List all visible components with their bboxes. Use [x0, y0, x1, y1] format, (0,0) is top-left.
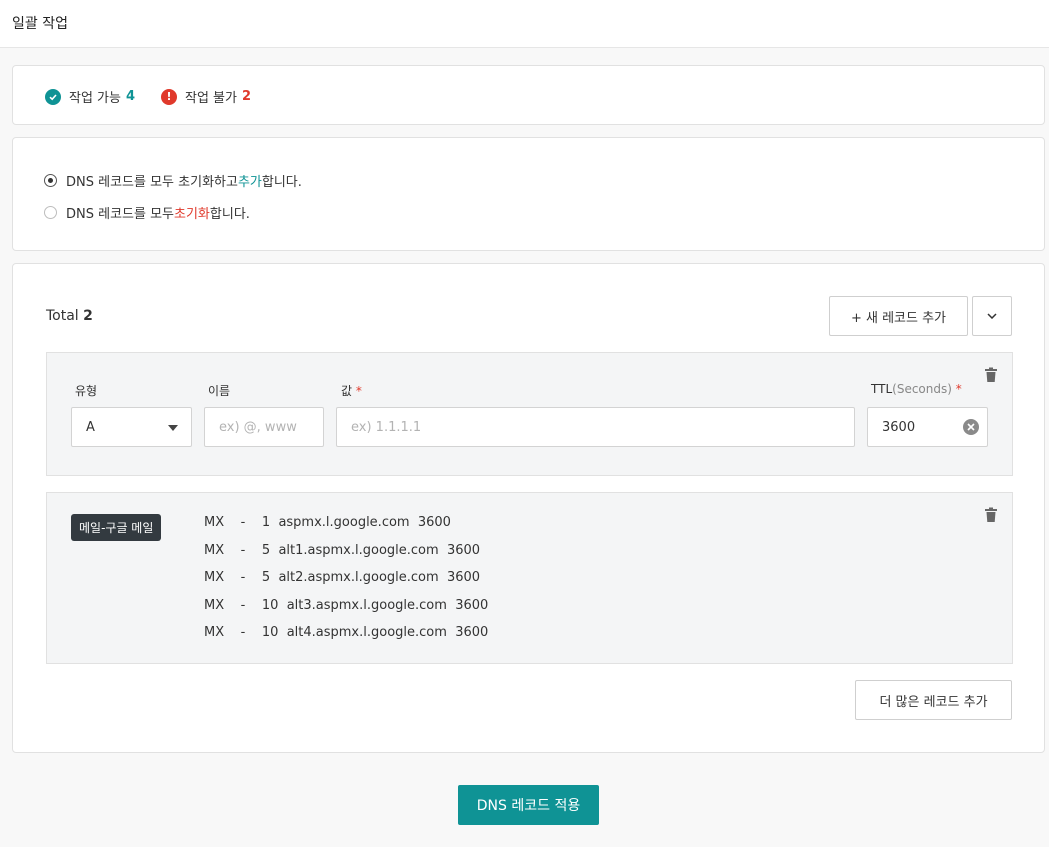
record-type: MX [204, 598, 225, 613]
preset-record-row: MX - 10 alt4.aspmx.l.google.com 3600 [204, 625, 488, 640]
ttl-input[interactable]: 3600 [867, 407, 988, 447]
ttl-input-value: 3600 [882, 419, 916, 435]
value-label: 값 * [341, 382, 362, 399]
ttl-label: TTL(Seconds) * [871, 382, 962, 396]
option-text-post: 합니다. [261, 175, 302, 190]
value-input[interactable]: ex) 1.1.1.1 [336, 407, 855, 447]
record-ttl: 3600 [455, 598, 489, 613]
impossible-count: 2 [241, 89, 252, 104]
option-text-pre: DNS 레코드를 모두 [66, 207, 175, 222]
ttl-label-text: TTL [871, 382, 893, 396]
option-text-accent: 초기화 [174, 207, 210, 222]
record-ttl: 3600 [446, 570, 481, 585]
clear-circle-icon[interactable] [963, 419, 979, 435]
apply-dns-records-button[interactable]: DNS 레코드 적용 [458, 785, 599, 825]
add-record-button[interactable]: + 새 레코드 추가 [829, 296, 968, 336]
record-priority: 5 [261, 570, 271, 585]
exclamation-circle-icon: ! [161, 88, 177, 105]
caret-down-icon [168, 425, 178, 431]
type-select[interactable]: A [71, 407, 192, 447]
required-mark: * [955, 382, 962, 396]
option-reset-and-add[interactable]: DNS 레코드를 모두 초기화하고 추가 합니다. [44, 171, 302, 190]
impossible-label: 작업 불가 [185, 91, 237, 106]
record-value: alt4.aspmx.l.google.com [286, 625, 447, 640]
records-total: Total 2 [46, 308, 93, 324]
reset-options-card: DNS 레코드를 모두 초기화하고 추가 합니다. DNS 레코드를 모두 초기… [12, 137, 1045, 251]
record-value: aspmx.l.google.com [278, 515, 410, 530]
option-text-post: 합니다. [209, 207, 250, 222]
record-ttl: 3600 [455, 625, 489, 640]
total-label: Total [46, 308, 79, 324]
record-priority: 10 [261, 625, 279, 640]
type-label: 유형 [75, 384, 98, 398]
preset-record-row: MX - 1 aspmx.l.google.com 3600 [204, 515, 451, 530]
total-count: 2 [83, 308, 93, 324]
preset-record-panel: 메일-구글 메일 MX - 1 aspmx.l.google.com 3600 … [46, 492, 1013, 664]
impossible-count-stat: ! 작업 불가 2 [161, 87, 251, 106]
record-type: MX [204, 625, 225, 640]
preset-record-row: MX - 5 alt1.aspmx.l.google.com 3600 [204, 543, 480, 558]
record-ttl: 3600 [417, 515, 451, 530]
status-summary-card: 작업 가능 4 ! 작업 불가 2 [12, 65, 1045, 125]
record-priority: 10 [261, 598, 279, 613]
add-record-dropdown-button[interactable] [972, 296, 1012, 336]
add-more-records-button[interactable]: 더 많은 레코드 추가 [855, 680, 1012, 720]
record-priority: 5 [261, 543, 271, 558]
records-card: Total 2 + 새 레코드 추가 유형 이름 값 * TTL(Seconds… [12, 263, 1045, 753]
option-text-accent: 추가 [237, 175, 262, 190]
record-priority: 1 [261, 515, 271, 530]
value-label-text: 값 [341, 384, 353, 398]
ttl-unit: (Seconds) [892, 382, 952, 396]
page-header: 일괄 작업 [0, 0, 1049, 48]
radio-reset-and-add[interactable] [44, 174, 57, 187]
name-input[interactable]: ex) @, www [204, 407, 324, 447]
option-reset-only[interactable]: DNS 레코드를 모두 초기화 합니다. [44, 203, 250, 222]
name-label: 이름 [208, 384, 231, 398]
record-type: MX [204, 570, 225, 585]
trash-icon[interactable] [984, 367, 998, 383]
record-value: alt2.aspmx.l.google.com [278, 570, 439, 585]
preset-record-row: MX - 5 alt2.aspmx.l.google.com 3600 [204, 570, 480, 585]
record-type: MX [204, 543, 225, 558]
new-record-form: 유형 이름 값 * TTL(Seconds) * A ex) @, www ex… [46, 352, 1013, 476]
preset-tag: 메일-구글 메일 [71, 514, 162, 541]
record-value: alt3.aspmx.l.google.com [286, 598, 447, 613]
possible-count-stat: 작업 가능 4 [45, 87, 135, 106]
possible-label: 작업 가능 [69, 91, 121, 106]
record-ttl: 3600 [446, 543, 481, 558]
check-circle-icon [45, 88, 61, 105]
page-title: 일괄 작업 [12, 16, 68, 32]
preset-record-row: MX - 10 alt3.aspmx.l.google.com 3600 [204, 598, 488, 613]
chevron-down-icon [987, 313, 997, 319]
radio-reset-only[interactable] [44, 206, 57, 219]
possible-count: 4 [125, 89, 136, 104]
required-mark: * [355, 384, 362, 398]
record-value: alt1.aspmx.l.google.com [278, 543, 439, 558]
record-type: MX [204, 515, 225, 530]
trash-icon[interactable] [984, 507, 998, 523]
type-select-value: A [86, 419, 95, 435]
option-text-pre: DNS 레코드를 모두 초기화하고 [66, 175, 238, 190]
